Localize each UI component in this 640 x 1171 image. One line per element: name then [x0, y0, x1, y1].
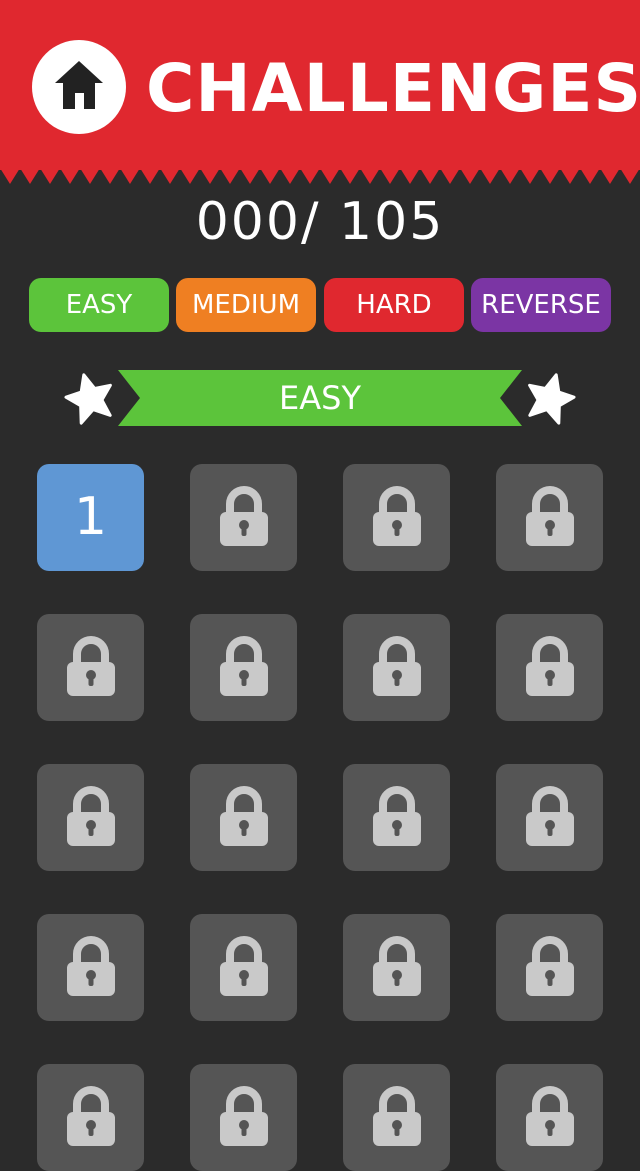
level-tile-locked[interactable]: [343, 914, 450, 1021]
lock-icon: [220, 486, 268, 546]
level-tile-locked[interactable]: [190, 764, 297, 871]
level-tile-locked[interactable]: [37, 614, 144, 721]
lock-icon: [526, 486, 574, 546]
level-tile-locked[interactable]: [37, 764, 144, 871]
lock-icon: [373, 1086, 421, 1146]
page-title: CHALLENGES: [146, 50, 640, 127]
section-banner: EASY: [64, 370, 576, 426]
lock-icon: [220, 636, 268, 696]
home-button[interactable]: [32, 40, 126, 134]
difficulty-filter-bar: EASY MEDIUM HARD REVERSE: [29, 278, 613, 332]
level-tile-locked[interactable]: [343, 764, 450, 871]
level-tile-locked[interactable]: [496, 1064, 603, 1171]
level-tile-locked[interactable]: [496, 914, 603, 1021]
lock-icon: [526, 786, 574, 846]
level-tile-locked[interactable]: [190, 914, 297, 1021]
header-zigzag-edge: [0, 168, 640, 184]
lock-icon: [67, 936, 115, 996]
level-tile-locked[interactable]: [37, 1064, 144, 1171]
lock-icon: [526, 636, 574, 696]
home-icon: [55, 61, 103, 109]
level-tile-locked[interactable]: [190, 614, 297, 721]
lock-icon: [526, 1086, 574, 1146]
header-bar: CHALLENGES: [0, 0, 640, 170]
level-tile-locked[interactable]: [190, 1064, 297, 1171]
star-icon: [528, 373, 576, 425]
filter-hard-button[interactable]: HARD: [324, 278, 464, 332]
lock-icon: [373, 486, 421, 546]
filter-reverse-button[interactable]: REVERSE: [471, 278, 611, 332]
progress-counter: 000/ 105: [195, 192, 445, 252]
level-tile-locked[interactable]: [496, 764, 603, 871]
level-tile-locked[interactable]: [343, 464, 450, 571]
level-tile-locked[interactable]: [343, 1064, 450, 1171]
lock-icon: [67, 1086, 115, 1146]
level-tile-1[interactable]: 1: [37, 464, 144, 571]
level-tile-locked[interactable]: [190, 464, 297, 571]
lock-icon: [373, 636, 421, 696]
level-tile-locked[interactable]: [496, 614, 603, 721]
level-tile-locked[interactable]: [37, 914, 144, 1021]
lock-icon: [67, 786, 115, 846]
level-tile-locked[interactable]: [343, 614, 450, 721]
lock-icon: [220, 1086, 268, 1146]
lock-icon: [220, 936, 268, 996]
lock-icon: [220, 786, 268, 846]
lock-icon: [526, 936, 574, 996]
star-icon: [64, 373, 112, 425]
level-tile-locked[interactable]: [496, 464, 603, 571]
section-title: EASY: [279, 379, 361, 417]
level-number: 1: [73, 487, 108, 547]
lock-icon: [373, 936, 421, 996]
lock-icon: [67, 636, 115, 696]
level-grid: 1: [37, 464, 603, 1171]
filter-easy-button[interactable]: EASY: [29, 278, 169, 332]
lock-icon: [373, 786, 421, 846]
filter-medium-button[interactable]: MEDIUM: [176, 278, 316, 332]
